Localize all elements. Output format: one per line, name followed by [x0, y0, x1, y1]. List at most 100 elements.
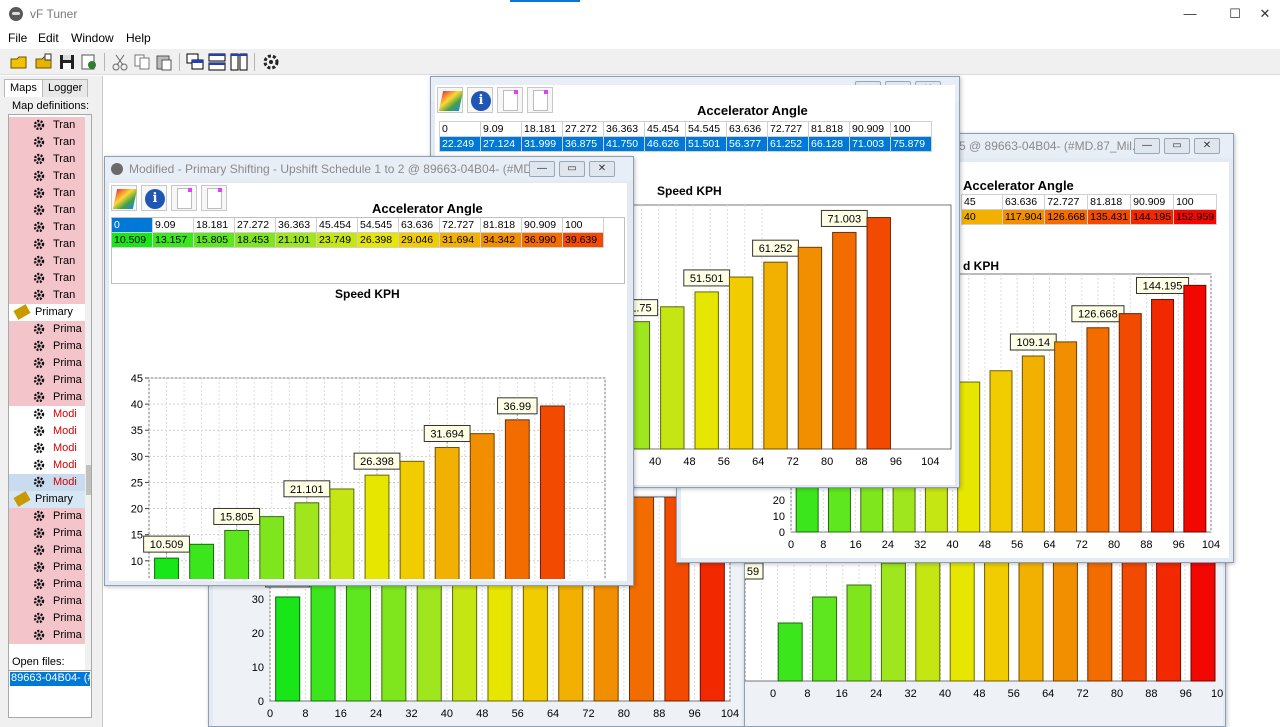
tree-map-item[interactable]: Modi [9, 474, 85, 491]
window-maximize-icon[interactable]: ▭ [559, 161, 585, 177]
page-button[interactable] [497, 87, 523, 113]
page-button[interactable] [201, 185, 227, 211]
value-cell[interactable]: 40 [961, 209, 1003, 225]
tile-horizontal-icon[interactable] [208, 53, 226, 71]
axis-header-cell[interactable]: 100 [1173, 194, 1218, 210]
cascade-icon[interactable] [186, 53, 204, 71]
tree-map-item[interactable]: Prima [9, 389, 85, 406]
tab-logger[interactable]: Logger [42, 79, 89, 97]
tab-maps[interactable]: Maps [4, 79, 43, 97]
page-button[interactable] [527, 87, 553, 113]
tree-map-item[interactable]: Prima [9, 355, 85, 372]
window-maximize-icon[interactable]: ▭ [1164, 138, 1190, 154]
axis-header-cell[interactable]: 36.363 [603, 121, 645, 137]
axis-header-cell[interactable]: 0 [439, 121, 481, 137]
tree-map-item[interactable]: Tran [9, 236, 85, 253]
tree-map-item[interactable]: Prima [9, 508, 85, 525]
tree-map-item[interactable]: Modi [9, 406, 85, 423]
tree-map-item[interactable]: Tran [9, 151, 85, 168]
tree-map-item[interactable]: Prima [9, 627, 85, 644]
axis-header-cell[interactable]: 63.636 [726, 121, 768, 137]
tree-scrollbar[interactable] [85, 115, 91, 687]
open-recent-icon[interactable] [35, 53, 53, 71]
value-cell[interactable]: 144.195 [1130, 209, 1175, 225]
value-cell[interactable]: 46.626 [644, 136, 686, 152]
info-button[interactable]: i [467, 87, 493, 113]
value-cell[interactable]: 117.904 [1001, 209, 1046, 225]
tree-map-item[interactable]: Tran [9, 202, 85, 219]
color-scheme-button[interactable] [437, 87, 464, 113]
tree-group-header[interactable]: Primary [9, 304, 85, 321]
map-table[interactable]: 0 9.09 18.181 27.272 36.363 45.454 54.545 63.63… [439, 121, 932, 152]
tree-map-item[interactable]: Tran [9, 253, 85, 270]
map-definitions-tree[interactable]: Tran Tran Tran Tran Tran Tran Tran Tran Tran Tran… [8, 114, 92, 688]
value-cell[interactable]: 61.252 [767, 136, 809, 152]
axis-header-cell[interactable]: 81.818 [808, 121, 850, 137]
axis-header-cell[interactable]: 63.636 [1001, 194, 1046, 210]
axis-header-cell[interactable]: 54.545 [685, 121, 727, 137]
info-button[interactable]: i [141, 185, 167, 211]
minimize-icon[interactable]: — [1175, 4, 1205, 24]
copy-icon[interactable] [133, 53, 151, 71]
value-cell[interactable]: 152.959 [1173, 209, 1218, 225]
axis-header-cell[interactable]: 9.09 [480, 121, 522, 137]
tree-map-item[interactable]: Tran [9, 117, 85, 134]
value-cell[interactable]: 126.668 [1044, 209, 1089, 225]
window-minimize-icon[interactable]: — [1134, 138, 1160, 154]
axis-header-cell[interactable]: 72.727 [1044, 194, 1089, 210]
scrollbar-thumb[interactable] [86, 465, 91, 495]
paste-icon[interactable] [155, 53, 173, 71]
axis-header-cell[interactable]: 90.909 [1130, 194, 1175, 210]
map-window-a[interactable]: Modified - Primary Shifting - Upshift Sc… [104, 156, 634, 586]
value-cell[interactable]: 56.377 [726, 136, 768, 152]
tree-map-item[interactable]: Prima [9, 372, 85, 389]
tree-map-item[interactable]: Tran [9, 134, 85, 151]
axis-header-cell[interactable]: 18.181 [521, 121, 563, 137]
menu-file[interactable]: File [8, 31, 27, 45]
color-scheme-button[interactable] [111, 185, 138, 211]
value-cell[interactable]: 75.879 [890, 136, 932, 152]
axis-header-cell[interactable]: 100 [890, 121, 932, 137]
tile-vertical-icon[interactable] [230, 53, 248, 71]
value-cell[interactable]: 31.999 [521, 136, 563, 152]
tree-map-item[interactable]: Modi [9, 423, 85, 440]
axis-header-cell[interactable]: 45 [961, 194, 1003, 210]
tree-map-item[interactable]: Tran [9, 287, 85, 304]
window-close-icon[interactable]: ✕ [589, 161, 615, 177]
open-files-list[interactable]: 89663-04B04- (#MD.87 [8, 670, 92, 718]
tree-map-item[interactable]: Prima [9, 576, 85, 593]
tree-map-item[interactable]: Prima [9, 542, 85, 559]
value-cell[interactable]: 22.249 [439, 136, 481, 152]
open-folder-icon[interactable] [10, 53, 28, 71]
tree-map-item[interactable]: Prima [9, 321, 85, 338]
save-as-icon[interactable] [80, 53, 98, 71]
axis-header-cell[interactable]: 72.727 [767, 121, 809, 137]
value-cell[interactable]: 41.750 [603, 136, 645, 152]
tree-map-item[interactable]: Modi [9, 457, 85, 474]
menu-edit[interactable]: Edit [38, 31, 59, 45]
tree-map-item[interactable]: Tran [9, 219, 85, 236]
tree-map-item[interactable]: Tran [9, 270, 85, 287]
axis-header-cell[interactable]: 27.272 [562, 121, 604, 137]
value-cell[interactable]: 71.003 [849, 136, 891, 152]
tree-map-item[interactable]: Prima [9, 559, 85, 576]
window-minimize-icon[interactable]: — [529, 161, 555, 177]
menu-window[interactable]: Window [71, 31, 114, 45]
value-cell[interactable]: 36.875 [562, 136, 604, 152]
axis-header-cell[interactable]: 45.454 [644, 121, 686, 137]
axis-header-cell[interactable]: 81.818 [1087, 194, 1132, 210]
settings-gear-icon[interactable] [262, 53, 280, 71]
cut-icon[interactable] [111, 53, 129, 71]
open-file-item[interactable]: 89663-04B04- (#MD.87 [10, 672, 90, 686]
tree-map-item[interactable]: Prima [9, 525, 85, 542]
window-close-icon[interactable]: ✕ [1194, 138, 1220, 154]
menu-help[interactable]: Help [126, 31, 151, 45]
value-cell[interactable]: 27.124 [480, 136, 522, 152]
tree-group-header[interactable]: Primary [9, 491, 85, 508]
tree-map-item[interactable]: Tran [9, 185, 85, 202]
maximize-icon[interactable]: ☐ [1220, 4, 1250, 24]
tree-map-item[interactable]: Prima [9, 610, 85, 627]
value-cell[interactable]: 135.431 [1087, 209, 1132, 225]
close-icon[interactable]: ✕ [1250, 4, 1280, 24]
window-titlebar[interactable]: Modified - Primary Shifting - Upshift Sc… [105, 157, 633, 181]
